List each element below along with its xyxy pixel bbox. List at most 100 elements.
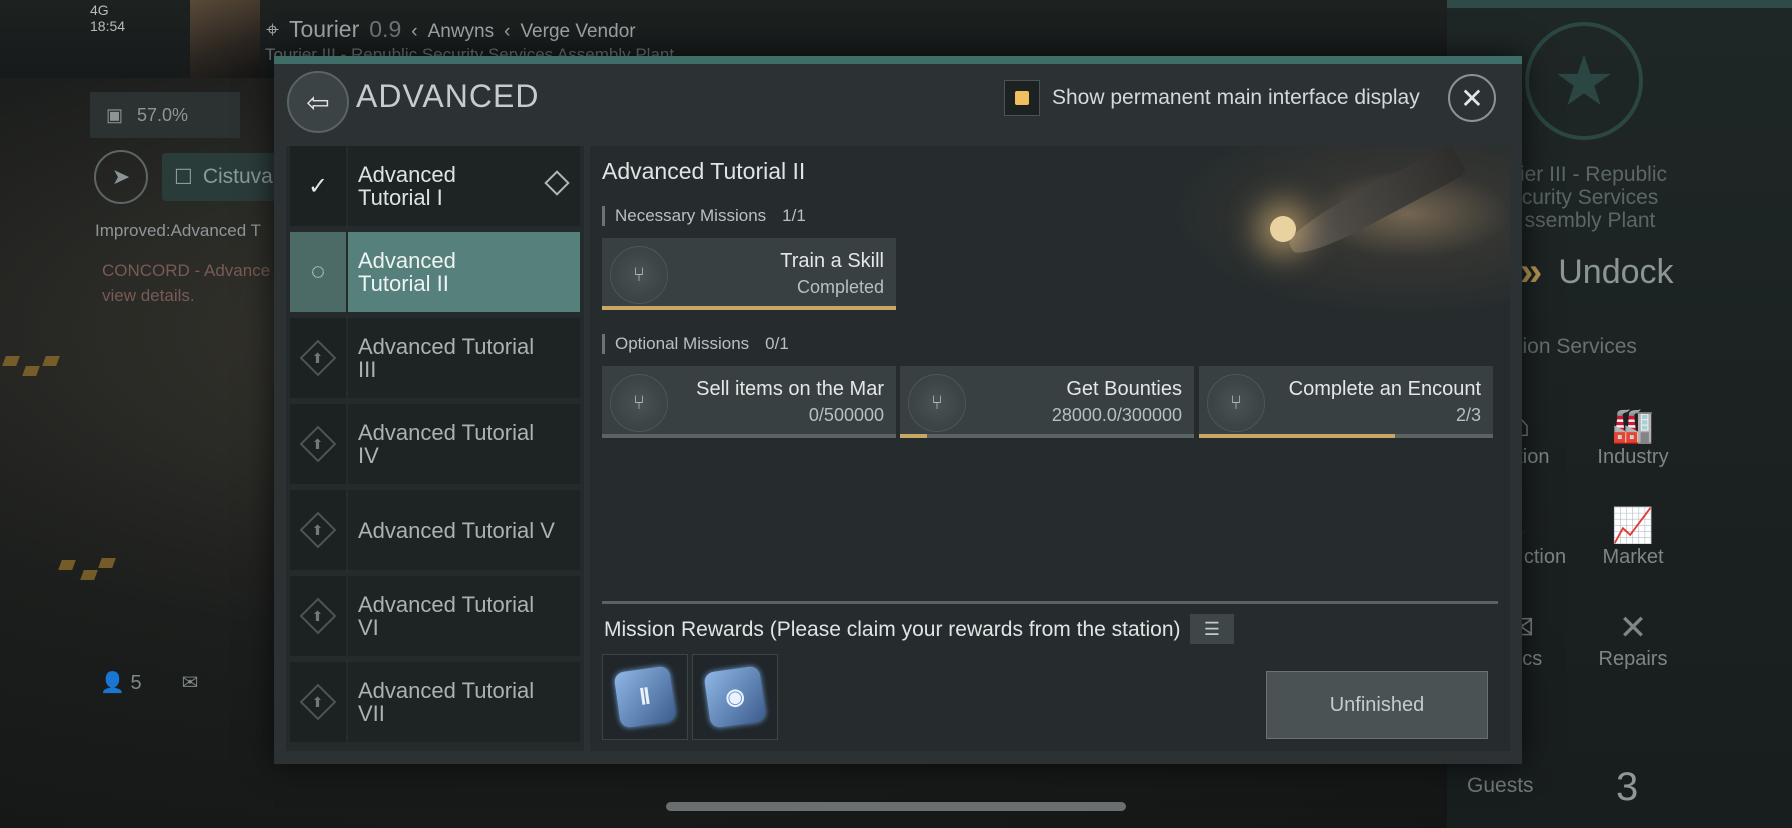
modal-title: ADVANCED (356, 78, 540, 114)
tutorial-item[interactable]: ◌ Advanced Tutorial II (290, 232, 580, 312)
reward-item[interactable]: ◉ (692, 654, 778, 740)
tutorial-item[interactable]: ⬆ Advanced Tutorial VII (290, 662, 580, 742)
tutorial-label: Advanced Tutorial VI (358, 592, 535, 640)
mission-progress: 28000.0/300000 (1051, 405, 1182, 425)
advanced-tutorial-modal: ⇦ ADVANCED Show permanent main interface… (274, 56, 1522, 764)
service-label: Industry (1597, 446, 1669, 468)
location-pin-icon: ⌖ (266, 16, 279, 42)
locked-diamond-icon: ⬆ (299, 597, 337, 635)
mission-card[interactable]: ⑂ Complete an Encount 2/3 (1199, 366, 1493, 438)
necessary-missions-header: Necessary Missions 1/1 (602, 206, 806, 226)
checkbox-indicator (1015, 91, 1029, 105)
guests-label[interactable]: Guests (1467, 774, 1534, 798)
mission-progress: 2/3 (1455, 405, 1481, 425)
cargo-indicator[interactable]: ▣ 57.0% (90, 92, 240, 138)
navigation-row: ➤ ☐ Cistuva (94, 150, 302, 204)
tutorial-item[interactable]: ⬆ Advanced Tutorial IV (290, 404, 580, 484)
market-icon: 📈 (1611, 507, 1655, 545)
tutorial-body: Advanced Tutorial V (348, 490, 580, 570)
progress-fill (900, 434, 928, 438)
space-marker (58, 560, 76, 570)
mail-icon[interactable]: ✉ (182, 670, 199, 695)
reward-item[interactable]: Ⅱ (602, 654, 688, 740)
pilot-portrait[interactable] (190, 0, 260, 78)
navigate-arrow-icon[interactable]: ➤ (94, 150, 148, 204)
close-button[interactable]: ✕ (1448, 74, 1496, 122)
rewards-list-button[interactable]: ☰ (1190, 614, 1234, 644)
mission-progress-bar (1199, 434, 1493, 438)
detail-title: Advanced Tutorial II (602, 158, 806, 184)
permanent-display-toggle[interactable]: Show permanent main interface display (1004, 80, 1420, 116)
industry-icon: 🏭 (1611, 407, 1655, 445)
rewards-title: Mission Rewards (Please claim your rewar… (604, 618, 1181, 641)
close-icon: ✕ (1460, 82, 1484, 114)
mission-branch-icon: ⑂ (610, 374, 668, 432)
location-name: Tourier (288, 16, 360, 42)
tutorial-icon-cell: ⬆ (290, 404, 346, 484)
locked-diamond-icon: ⬆ (299, 339, 337, 377)
mission-card[interactable]: ⑂ Sell items on the Mar 0/500000 (602, 366, 896, 438)
route-system-1: Anwyns (427, 21, 495, 42)
locked-diamond-icon: ⬆ (299, 683, 337, 721)
mission-card[interactable]: ⑂ Train a Skill Completed (602, 238, 896, 310)
space-marker (22, 366, 40, 376)
tutorial-body: Advanced Tutorial VII (348, 662, 580, 742)
station-name: rier III - Republic curity Services ssem… (1512, 163, 1668, 232)
unfinished-button[interactable]: Unfinished (1266, 671, 1488, 739)
checkbox-icon: ☐ (174, 165, 193, 189)
ship-artwork (1170, 146, 1510, 316)
mission-progress-bar (900, 434, 1194, 438)
undock-button[interactable]: » Undock (1520, 250, 1674, 295)
locked-diamond-icon: ⬆ (299, 425, 337, 463)
undock-label: Undock (1558, 253, 1674, 291)
station-panel-strip (1447, 0, 1792, 8)
tutorial-label: Advanced Tutorial I (358, 162, 456, 210)
mission-card[interactable]: ⑂ Get Bounties 28000.0/300000 (900, 366, 1194, 438)
tutorial-list: ✓ Advanced Tutorial I ◌ Advanced Tutoria… (286, 146, 584, 751)
space-marker (98, 558, 116, 568)
service-repairs[interactable]: ✕ Repairs (1583, 608, 1683, 671)
concord-notice[interactable]: CONCORD - Advance view details. (102, 258, 272, 308)
tutorial-body: Advanced Tutorial III (348, 318, 580, 398)
mission-branch-icon: ⑂ (908, 374, 966, 432)
skill-chip-icon: Ⅱ (613, 665, 677, 729)
service-label: Repairs (1598, 648, 1668, 670)
pilots-count: 5 (130, 672, 142, 694)
space-marker (2, 356, 20, 366)
permanent-display-label: Show permanent main interface display (1052, 86, 1420, 109)
station-emblem-icon: ★ (1525, 22, 1643, 140)
tutorial-item[interactable]: ✓ Advanced Tutorial I (290, 146, 580, 226)
mission-progress: Completed (796, 277, 884, 297)
permanent-display-checkbox[interactable] (1004, 80, 1040, 116)
in-progress-circle-icon: ◌ (290, 232, 346, 312)
service-label: Market (1602, 546, 1664, 568)
cargo-box-icon: ▣ (106, 104, 124, 125)
service-industry[interactable]: 🏭 Industry (1583, 406, 1683, 469)
optional-missions-header: Optional Missions 0/1 (602, 334, 789, 354)
tutorial-item[interactable]: ⬆ Advanced Tutorial III (290, 318, 580, 398)
guests-count: 3 (1616, 765, 1639, 809)
tutorial-item[interactable]: ⬆ Advanced Tutorial VI (290, 576, 580, 656)
location-header[interactable]: ⌖ Tourier 0.9 ‹ Anwyns ‹ Verge Vendor (266, 16, 636, 43)
unfinished-label: Unfinished (1329, 693, 1425, 716)
tutorial-body: Advanced Tutorial VI (348, 576, 580, 656)
tutorial-detail: Advanced Tutorial II Necessary Missions … (590, 146, 1510, 751)
back-button[interactable]: ⇦ (287, 71, 349, 133)
mission-name: Get Bounties (1066, 378, 1182, 400)
home-indicator[interactable] (666, 802, 1126, 811)
station-services-title: ation Services (1505, 335, 1637, 358)
tutorial-body: Advanced Tutorial I (348, 146, 580, 226)
repairs-icon: ✕ (1618, 609, 1648, 647)
mission-branch-icon: ⑂ (1207, 374, 1265, 432)
route-system-2: Verge Vendor (520, 21, 636, 42)
space-marker (80, 570, 98, 580)
tutorial-item[interactable]: ⬆ Advanced Tutorial V (290, 490, 580, 570)
signal-indicator: 4G (90, 2, 109, 18)
service-market[interactable]: 📈 Market (1583, 506, 1683, 569)
necessary-label: Necessary Missions (615, 206, 767, 225)
pilot-icon[interactable]: 👤 5 (100, 670, 142, 695)
mission-progress-bar (602, 434, 896, 438)
locked-diamond-icon: ⬆ (299, 511, 337, 549)
chevron-left-icon: ‹ (411, 21, 418, 42)
security-status: 0.9 (369, 16, 402, 42)
